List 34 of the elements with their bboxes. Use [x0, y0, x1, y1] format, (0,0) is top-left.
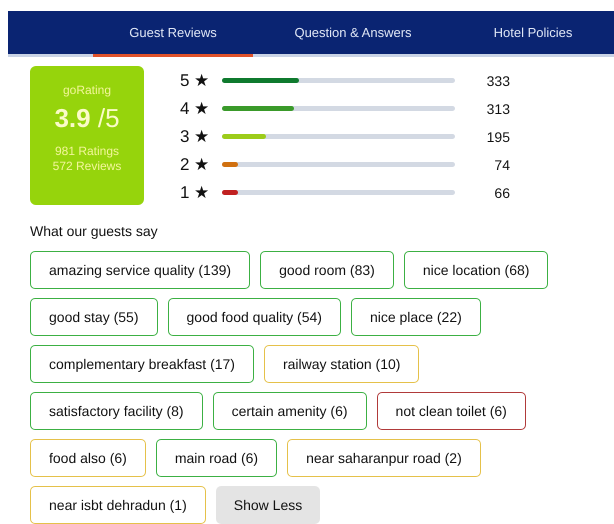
rating-count: 66 — [493, 184, 510, 200]
tab[interactable]: Guest Reviews — [93, 11, 253, 57]
review-tag[interactable]: good stay (55) — [30, 298, 158, 336]
review-tag[interactable]: main road (6) — [156, 439, 278, 477]
review-tag[interactable]: near saharanpur road (2) — [287, 439, 481, 477]
review-tag[interactable]: railway station (10) — [264, 345, 420, 383]
review-tag[interactable]: good room (83) — [260, 251, 394, 289]
review-tag[interactable]: amazing service quality (139) — [30, 251, 250, 289]
review-tag[interactable]: not clean toilet (6) — [376, 392, 526, 430]
star-label: 2 ★ — [180, 154, 210, 175]
review-tag[interactable]: food also (6) — [30, 439, 146, 477]
rating-count: 333 — [486, 72, 510, 88]
review-tag[interactable]: certain amenity (6) — [212, 392, 367, 430]
review-tag[interactable]: nice location (68) — [404, 251, 548, 289]
star-label: 5 ★ — [180, 70, 210, 91]
rating-score: 3.9 /5 — [54, 103, 120, 134]
star-label: 3 ★ — [180, 126, 210, 147]
section-heading: What our guests say — [29, 222, 159, 239]
review-tag[interactable]: near isbt dehradun (1) — [30, 486, 206, 524]
rating-count: 74 — [493, 156, 510, 172]
review-tag[interactable]: complementary breakfast (17) — [30, 345, 254, 383]
star-label: 1 ★ — [180, 182, 210, 203]
reviews-count: 572 Reviews — [52, 158, 122, 174]
star-label: 4 ★ — [180, 98, 210, 119]
review-tag[interactable]: satisfactory facility (8) — [30, 392, 203, 430]
review-tag[interactable]: good food quality (54) — [168, 298, 341, 336]
rating-title: goRating — [62, 83, 112, 98]
ratings-count: 981 Ratings — [54, 144, 120, 159]
rating-count: 313 — [486, 100, 510, 116]
tab[interactable]: Hotel Policies — [453, 11, 613, 57]
show-less-button[interactable]: Show Less — [216, 486, 320, 524]
review-tag[interactable]: nice place (22) — [350, 298, 481, 336]
tab[interactable]: Question & Answers — [253, 11, 453, 57]
rating-count: 195 — [486, 128, 510, 144]
